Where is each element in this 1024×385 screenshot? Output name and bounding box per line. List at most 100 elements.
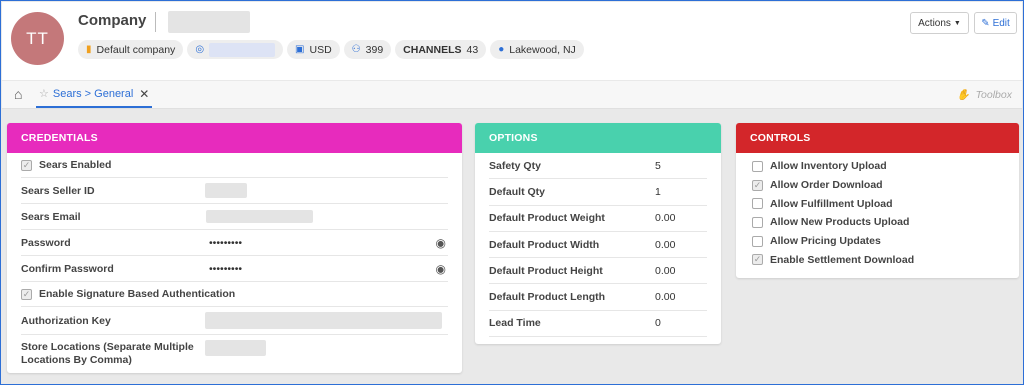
sears-enabled-checkbox[interactable]: ✓ (21, 159, 32, 171)
fulfillment-upload-checkbox[interactable] (752, 198, 763, 210)
home-icon[interactable]: ⌂ (14, 86, 22, 102)
company-header: TT Company ▮ Default company ◎ ▣ USD ⚇ 3… (2, 2, 1022, 80)
website-chip[interactable]: ◎ (187, 40, 284, 59)
control-row-new-products-upload: Allow New Products Upload (752, 213, 1003, 232)
signature-auth-row: ✓ Enable Signature Based Authentication (21, 282, 448, 307)
controls-header: CONTROLS (736, 123, 1019, 153)
options-panel: OPTIONS Safety Qty 5 Default Qty 1 Defau… (475, 123, 721, 344)
option-value[interactable]: 0 (655, 317, 661, 329)
title-divider (155, 12, 156, 32)
control-row-pricing-updates: Allow Pricing Updates (752, 232, 1003, 251)
option-label: Default Product Weight (489, 212, 605, 225)
store-locations-field[interactable] (205, 340, 266, 356)
options-header: OPTIONS (475, 123, 721, 153)
location-label: Lakewood, NJ (509, 43, 576, 56)
sears-enabled-row: ✓ Sears Enabled (21, 153, 448, 178)
caret-down-icon: ▼ (953, 19, 961, 27)
pricing-updates-checkbox[interactable] (752, 235, 763, 247)
password-field[interactable]: ••••••••• (209, 237, 242, 249)
control-label: Allow Pricing Updates (770, 235, 881, 248)
currency-chip: ▣ USD (287, 40, 340, 59)
company-name-redacted (168, 11, 250, 33)
control-label: Allow Inventory Upload (770, 160, 887, 173)
close-icon[interactable]: ✕ (139, 87, 149, 101)
toolbox-button[interactable]: ✋ Toolbox (956, 88, 1012, 102)
map-pin-icon: ● (498, 44, 505, 55)
tab-sears-general[interactable]: ☆ Sears > General ✕ (36, 81, 153, 108)
signature-auth-label: Enable Signature Based Authentication (39, 288, 236, 300)
new-products-upload-checkbox[interactable] (752, 216, 763, 228)
toolbox-icon: ✋ (956, 89, 970, 101)
default-company-chip: ▮ Default company (78, 40, 184, 59)
auth-key-label: Authorization Key (21, 314, 111, 327)
seller-id-field[interactable] (205, 183, 247, 198)
control-label: Allow New Products Upload (770, 216, 910, 229)
avatar[interactable]: TT (11, 12, 64, 65)
option-label: Default Product Width (489, 238, 600, 251)
option-row-weight: Default Product Weight 0.00 (489, 206, 707, 232)
actions-button[interactable]: Actions ▼ (910, 12, 969, 34)
password-row: Password ••••••••• ◉ (21, 230, 448, 256)
option-value[interactable]: 0.00 (655, 265, 675, 277)
store-locations-label: Store Locations (Separate Multiple Locat… (21, 341, 194, 366)
option-row-length: Default Product Length 0.00 (489, 284, 707, 311)
inventory-upload-checkbox[interactable] (752, 160, 763, 172)
star-icon[interactable]: ☆ (39, 87, 49, 100)
option-value[interactable]: 0.00 (655, 212, 675, 224)
option-value[interactable]: 0.00 (655, 239, 675, 251)
control-row-order-download: ✓ Allow Order Download (752, 176, 1003, 195)
channels-label: CHANNELS (403, 43, 462, 56)
credentials-panel: CREDENTIALS ✓ Sears Enabled Sears Seller… (7, 123, 462, 373)
currency-label: USD (309, 43, 332, 56)
sears-enabled-label: Sears Enabled (39, 159, 112, 171)
option-value[interactable]: 1 (655, 186, 661, 198)
tab-label: Sears > General (52, 87, 134, 100)
control-label: Allow Order Download (770, 179, 883, 192)
store-locations-row: Store Locations (Separate Multiple Locat… (21, 335, 448, 373)
seller-id-row: Sears Seller ID (21, 178, 448, 204)
edit-button[interactable]: ✎ Edit (974, 12, 1017, 34)
eye-icon[interactable]: ◉ (436, 236, 446, 250)
controls-panel: CONTROLS Allow Inventory Upload ✓ Allow … (736, 123, 1019, 278)
auth-key-field[interactable] (205, 312, 442, 329)
confirm-password-field[interactable]: ••••••••• (209, 263, 242, 275)
control-row-inventory-upload: Allow Inventory Upload (752, 157, 1003, 176)
email-field[interactable] (206, 210, 313, 223)
channels-chip[interactable]: CHANNELS 43 (395, 40, 487, 59)
option-row-lead-time: Lead Time 0 (489, 311, 707, 338)
option-label: Default Product Height (489, 264, 603, 277)
confirm-password-label: Confirm Password (21, 262, 114, 275)
page-title: Company (78, 12, 147, 29)
option-label: Lead Time (489, 317, 541, 330)
control-row-fulfillment-upload: Allow Fulfillment Upload (752, 194, 1003, 213)
users-count: 399 (365, 43, 384, 56)
default-company-label: Default company (96, 43, 176, 56)
globe-icon: ◎ (195, 44, 205, 55)
actions-label: Actions (918, 17, 951, 29)
signature-auth-checkbox[interactable]: ✓ (21, 288, 32, 300)
edit-label: Edit (992, 17, 1010, 29)
email-row: Sears Email (21, 204, 448, 230)
option-row-height: Default Product Height 0.00 (489, 258, 707, 285)
channels-count: 43 (466, 43, 479, 56)
option-label: Safety Qty (489, 159, 541, 172)
option-value[interactable]: 5 (655, 160, 661, 172)
control-label: Allow Fulfillment Upload (770, 197, 893, 210)
eye-icon[interactable]: ◉ (436, 262, 446, 276)
auth-key-row: Authorization Key (21, 307, 448, 335)
money-icon: ▣ (295, 44, 305, 55)
settlement-download-checkbox[interactable]: ✓ (752, 254, 763, 266)
option-row-default-qty: Default Qty 1 (489, 179, 707, 206)
option-row-width: Default Product Width 0.00 (489, 232, 707, 259)
credentials-header: CREDENTIALS (7, 123, 462, 153)
bookmark-icon: ▮ (86, 44, 92, 55)
website-redacted (209, 42, 276, 57)
users-chip[interactable]: ⚇ 399 (343, 40, 392, 59)
order-download-checkbox[interactable]: ✓ (752, 179, 763, 191)
control-label: Enable Settlement Download (770, 253, 915, 266)
tab-bar: ⌂ ☆ Sears > General ✕ ✋ Toolbox (2, 81, 1022, 109)
email-label: Sears Email (21, 210, 81, 223)
company-info-chips: ▮ Default company ◎ ▣ USD ⚇ 399 CHANNELS… (78, 40, 584, 59)
app-frame: TT Company ▮ Default company ◎ ▣ USD ⚇ 3… (0, 0, 1024, 385)
option-value[interactable]: 0.00 (655, 291, 675, 303)
